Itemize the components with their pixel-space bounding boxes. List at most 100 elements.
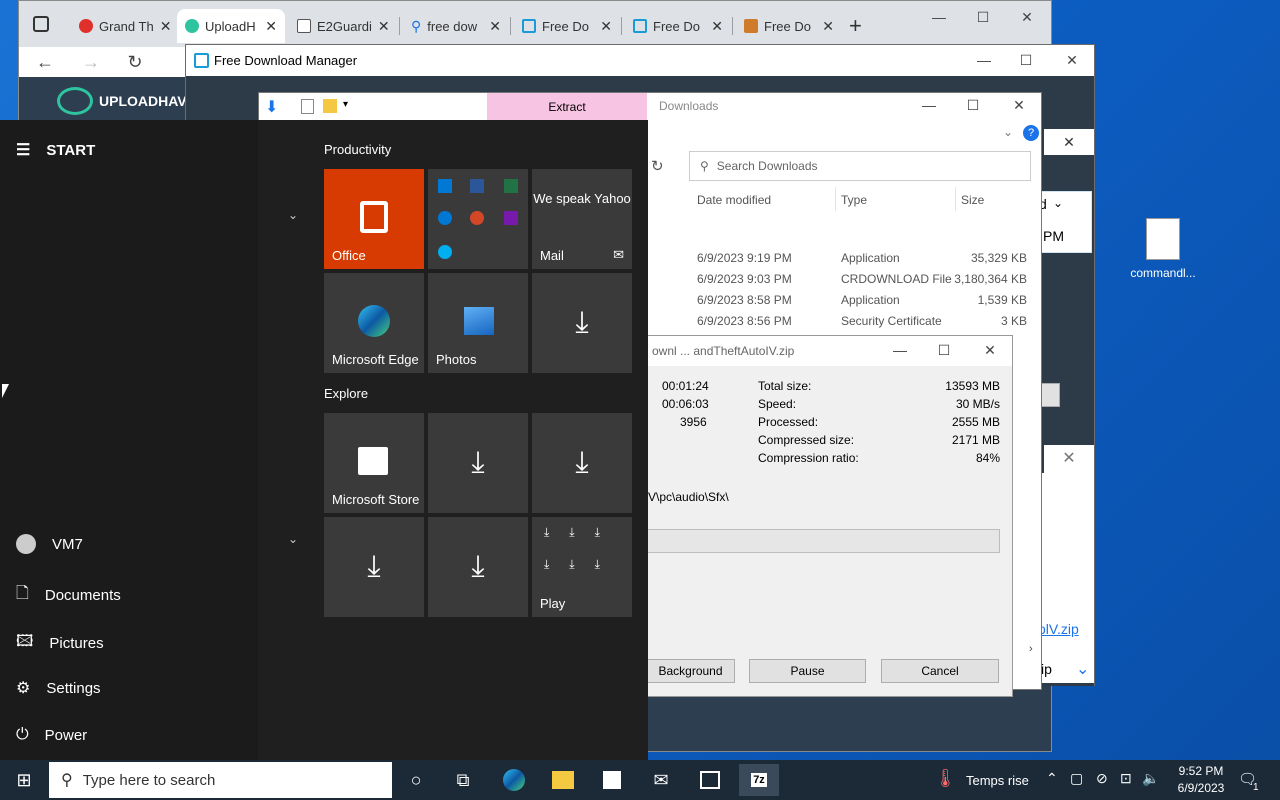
reload-icon[interactable]: ↻ [121, 49, 149, 75]
start-header[interactable]: ☰ START [16, 140, 95, 160]
folder-icon[interactable] [323, 99, 337, 113]
file-link[interactable]: olV.zip [1038, 621, 1079, 637]
security-icon[interactable]: ⊘ [1096, 770, 1108, 787]
tab-grand-theft[interactable]: Grand Th ✕ [71, 9, 175, 43]
cancel-button[interactable]: Cancel [881, 659, 999, 683]
search-icon: ⚲ [411, 17, 422, 34]
tile-download[interactable]: ⤓ [428, 413, 528, 513]
close-icon[interactable]: ✕ [1044, 445, 1094, 473]
meet-icon[interactable]: ▢ [1070, 770, 1083, 787]
sidebar-item-label: Pictures [49, 635, 104, 652]
tile-download[interactable]: ⤓ [532, 413, 632, 513]
maximize-icon[interactable]: ☐ [951, 93, 995, 117]
mail-icon[interactable]: ✉ [641, 764, 681, 796]
tab-fdm-2[interactable]: Free Do ✕ [625, 9, 731, 43]
close-icon[interactable]: ✕ [1050, 48, 1094, 72]
file-icon[interactable] [1146, 218, 1180, 260]
close-icon[interactable]: ✕ [1044, 129, 1094, 155]
new-tab-button[interactable]: + [849, 13, 862, 39]
minimize-icon[interactable]: — [878, 338, 922, 362]
tile-photos[interactable]: Photos [428, 273, 528, 373]
scroll-right-icon[interactable]: › [1029, 643, 1033, 655]
refresh-icon[interactable]: ↻ [651, 157, 664, 175]
close-icon[interactable]: ✕ [160, 18, 172, 35]
search-placeholder: Type here to search [82, 771, 216, 789]
tab-e2guardian[interactable]: E2Guardi ✕ [289, 9, 397, 43]
close-icon[interactable]: ✕ [378, 18, 390, 35]
sidebar-item-user[interactable]: VM7 [16, 534, 83, 554]
chevron-down-icon[interactable]: ⌄ [1003, 125, 1013, 139]
task-view-icon[interactable]: ⧉ [443, 764, 483, 796]
remaining-time: 00:06:03 [662, 397, 709, 411]
store-icon[interactable] [592, 764, 632, 796]
cortana-icon[interactable]: ○ [396, 764, 436, 796]
tab-fdm-3[interactable]: Free Do ✕ [736, 9, 842, 43]
fdm-icon [194, 53, 209, 68]
close-icon[interactable]: ✕ [600, 18, 612, 35]
maximize-icon[interactable]: ☐ [1004, 48, 1048, 72]
tile-store[interactable]: Microsoft Store [324, 413, 424, 513]
tile-download[interactable]: ⤓ [428, 517, 528, 617]
tab-extract[interactable]: Extract [487, 93, 647, 121]
close-icon[interactable]: ✕ [968, 338, 1012, 362]
column-type[interactable]: Type [841, 193, 867, 207]
pause-button[interactable]: Pause [749, 659, 866, 683]
tile-office[interactable]: Office [324, 169, 424, 269]
tab-search[interactable]: ⚲ free dow ✕ [403, 9, 509, 43]
windows-start-icon[interactable]: ⊞ [4, 764, 44, 796]
tile-play[interactable]: ⤓⤓⤓ ⤓⤓⤓ Play [532, 517, 632, 617]
file-explorer-icon[interactable] [543, 764, 583, 796]
close-icon[interactable]: ✕ [822, 18, 834, 35]
tile-office-apps[interactable] [428, 169, 528, 269]
row-size: 3 KB [1000, 314, 1027, 328]
edge-icon[interactable] [494, 764, 534, 796]
search-input[interactable]: ⚲ Search Downloads [689, 151, 1031, 181]
minimize-icon[interactable]: — [917, 5, 961, 29]
tile-download[interactable]: ⤓ [532, 273, 632, 373]
tab-fdm-1[interactable]: Free Do ✕ [514, 9, 620, 43]
column-size[interactable]: Size [961, 193, 984, 207]
site-logo[interactable]: UPLOADHAV [57, 87, 187, 115]
close-icon[interactable]: ✕ [1005, 5, 1049, 29]
chevron-down-icon[interactable]: ⌄ [1053, 196, 1063, 210]
sidebar-item-documents[interactable]: 🗋 Documents [16, 582, 121, 609]
column-date-modified[interactable]: Date modified [697, 193, 771, 207]
close-icon[interactable]: ✕ [997, 93, 1041, 117]
chevron-down-icon[interactable]: ▾ [343, 99, 348, 110]
tile-mail[interactable]: We speak Yahoo Mail ✉ [532, 169, 632, 269]
network-icon[interactable]: ⊡ [1120, 770, 1132, 787]
back-icon[interactable]: ← [31, 49, 59, 75]
sidebar-item-power[interactable]: ⏻ Power [16, 726, 87, 744]
maximize-icon[interactable]: ☐ [922, 338, 966, 362]
tile-edge[interactable]: Microsoft Edge [324, 273, 424, 373]
fdm-icon[interactable] [690, 764, 730, 796]
7zip-icon[interactable]: 7z [739, 764, 779, 796]
chevron-down-icon[interactable]: ⌄ [1076, 659, 1089, 679]
properties-icon[interactable] [301, 99, 314, 114]
close-icon[interactable]: ✕ [265, 18, 277, 35]
sidebar-item-settings[interactable]: ⚙ Settings [16, 678, 101, 698]
chevron-up-icon[interactable]: ⌃ [1046, 770, 1058, 787]
close-icon[interactable]: ✕ [711, 18, 723, 35]
tile-download[interactable]: ⤓ [324, 517, 424, 617]
weather-text[interactable]: Temps rise [966, 773, 1029, 788]
taskbar-search-input[interactable]: ⚲ Type here to search [49, 762, 392, 798]
download-icon[interactable]: ⬇ [265, 97, 278, 117]
download-icon: ⤓⤓⤓ [544, 557, 620, 571]
thermometer-icon[interactable]: 🌡 [934, 768, 957, 789]
forward-icon[interactable]: → [77, 49, 105, 75]
chevron-down-icon[interactable]: ⌄ [288, 532, 298, 546]
background-button[interactable]: Background [646, 659, 735, 683]
minimize-icon[interactable]: — [962, 48, 1006, 72]
chevron-down-icon[interactable]: ⌄ [288, 208, 298, 222]
tab-uploadhaven[interactable]: UploadH ✕ [177, 9, 285, 43]
sidebar-item-pictures[interactable]: 🖾 Pictures [16, 630, 104, 657]
close-icon[interactable]: ✕ [489, 18, 501, 35]
volume-icon[interactable]: 🔈 [1142, 770, 1159, 787]
maximize-icon[interactable]: ☐ [961, 5, 1005, 29]
clock[interactable]: 9:52 PM 6/9/2023 [1166, 763, 1236, 797]
tab-actions-icon[interactable] [33, 16, 49, 32]
minimize-icon[interactable]: — [907, 93, 951, 117]
desktop-icon-label: commandl... [1130, 266, 1196, 280]
help-icon[interactable]: ? [1023, 125, 1039, 141]
